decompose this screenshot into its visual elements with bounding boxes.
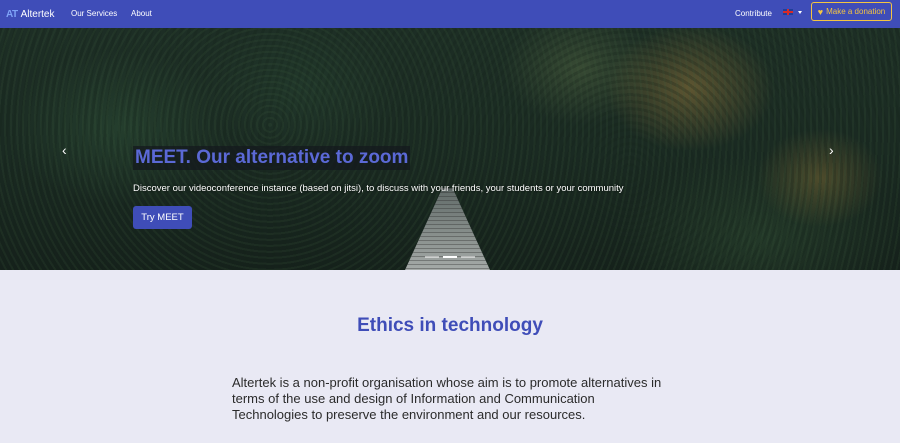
nav-link-contribute[interactable]: Contribute (735, 9, 772, 18)
ethics-title: Ethics in technology (357, 315, 543, 336)
caret-down-icon (798, 10, 802, 14)
carousel-indicator[interactable] (461, 256, 475, 258)
donate-label: Make a donation (826, 7, 886, 16)
nav-link-about[interactable]: About (131, 9, 152, 18)
chevron-left-icon[interactable]: ‹ (62, 143, 67, 157)
brand-name: Altertek (20, 8, 55, 20)
hero-title: MEET. Our alternative to zoom (133, 146, 411, 170)
heart-icon: ♥ (817, 6, 824, 17)
ethics-text: Altertek is a non-profit organisation wh… (232, 375, 662, 422)
nav-link-our-services[interactable]: Our Services (71, 9, 117, 18)
altertek-logo-icon: AT (6, 8, 18, 20)
navbar: AT Altertek Our Services About Contribut… (0, 0, 900, 28)
brand-link[interactable]: AT Altertek (6, 0, 55, 28)
carousel-indicator[interactable] (425, 256, 439, 258)
hero-description: Discover our videoconference instance (b… (133, 183, 624, 194)
donate-button[interactable]: ♥ Make a donation (811, 2, 892, 21)
carousel-indicators (425, 256, 475, 258)
carousel-indicator-active[interactable] (443, 256, 457, 258)
try-meet-button[interactable]: Try MEET (133, 206, 192, 229)
hero-carousel: ‹ › MEET. Our alternative to zoom Discov… (0, 28, 900, 270)
language-selector[interactable] (783, 9, 802, 15)
uk-flag-icon (783, 9, 793, 15)
chevron-right-icon[interactable]: › (829, 143, 834, 157)
